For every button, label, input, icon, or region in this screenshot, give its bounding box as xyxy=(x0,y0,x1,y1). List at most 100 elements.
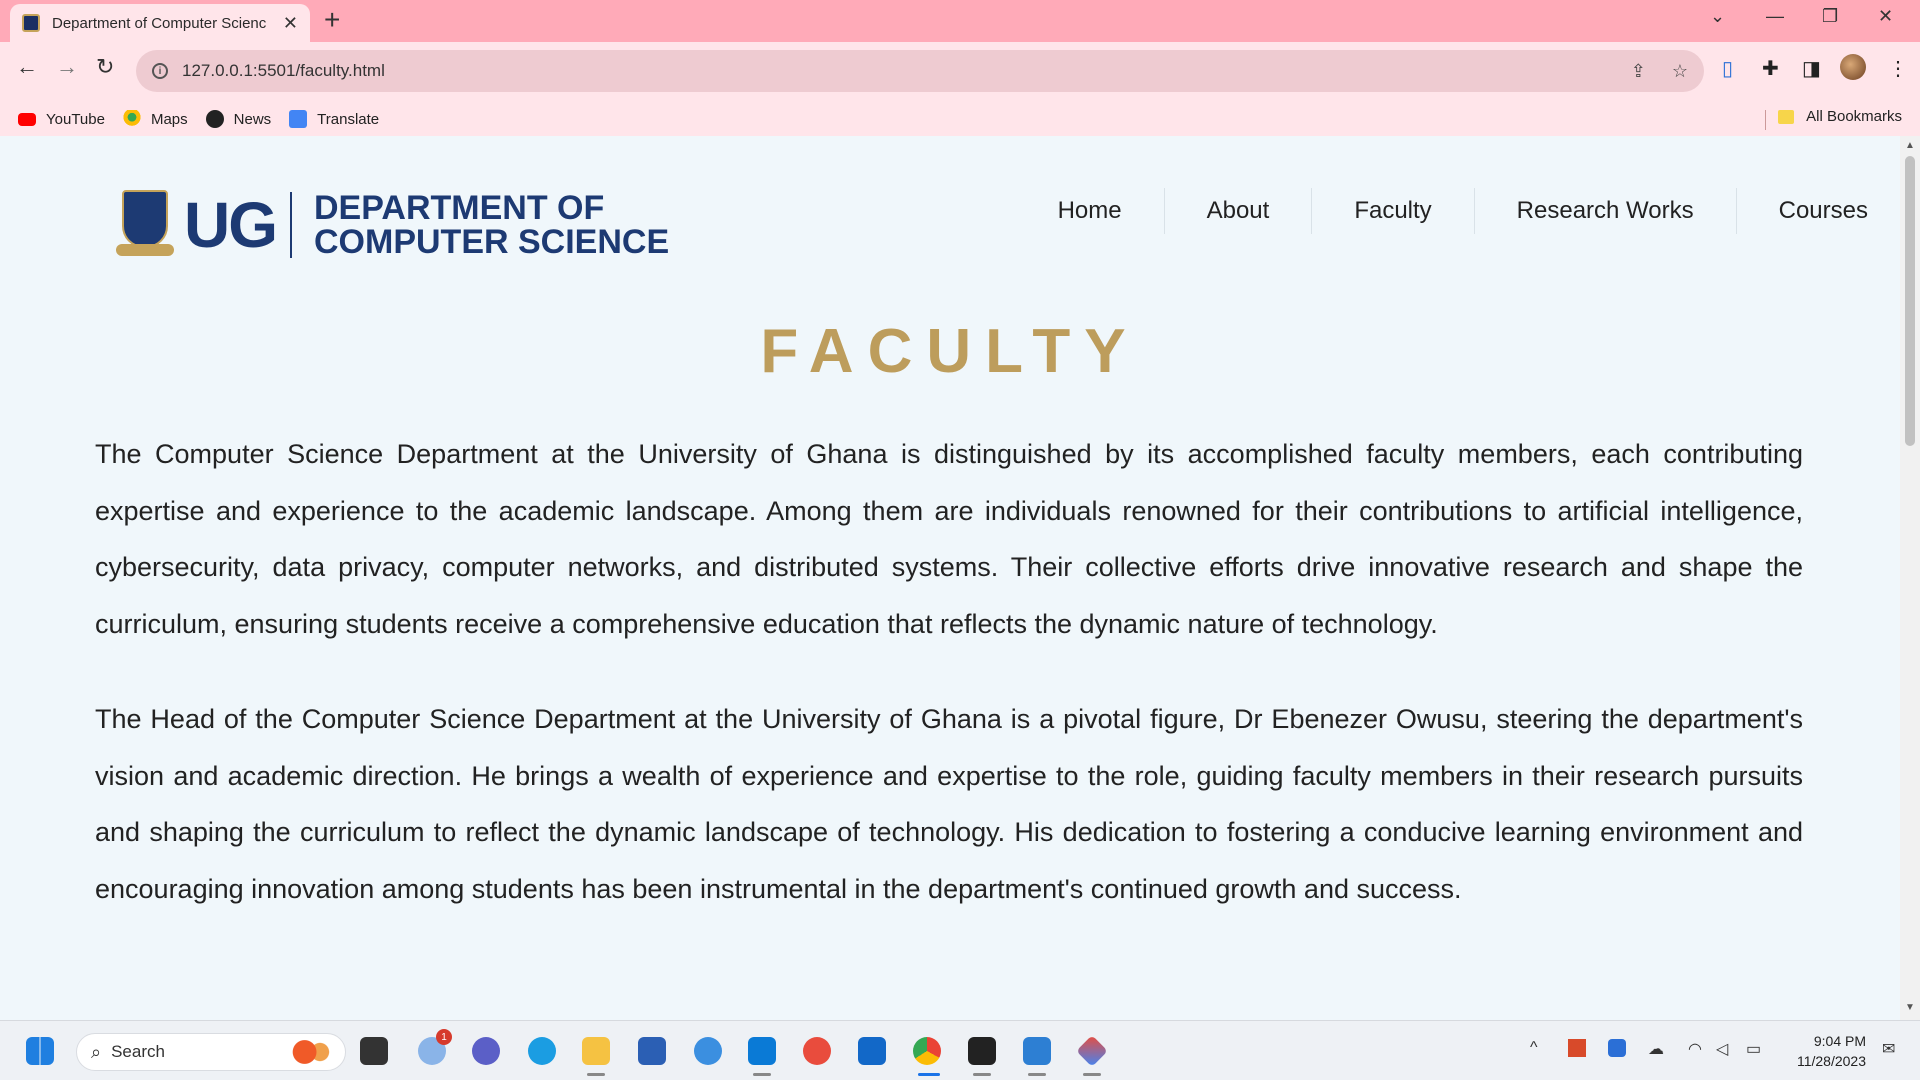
bookmark-maps[interactable]: Maps xyxy=(122,110,188,128)
translate-icon xyxy=(289,110,308,128)
folder-icon xyxy=(1778,109,1795,124)
back-icon[interactable]: ← xyxy=(16,54,38,80)
close-window-icon[interactable]: ✕ xyxy=(1878,6,1893,27)
bookmarks-divider xyxy=(1765,110,1766,130)
head-of-department-paragraph: The Head of the Computer Science Departm… xyxy=(95,704,1803,904)
ug-favicon-icon xyxy=(22,14,40,32)
nav-about[interactable]: About xyxy=(1165,188,1313,234)
menu-kebab-icon[interactable]: ⋮ xyxy=(1888,56,1908,81)
scroll-thumb[interactable] xyxy=(1905,156,1915,446)
security-icon[interactable] xyxy=(1608,1039,1626,1057)
scroll-down-icon[interactable]: ▼ xyxy=(1905,1002,1915,1013)
extensions-puzzle-icon[interactable]: ✚ xyxy=(1762,56,1779,81)
app-icon[interactable] xyxy=(1076,1035,1108,1067)
profile-avatar[interactable] xyxy=(1840,54,1866,80)
system-clock[interactable]: 9:04 PM 11/28/2023 xyxy=(1797,1031,1866,1071)
file-explorer-icon[interactable] xyxy=(582,1037,610,1065)
bookmark-star-icon[interactable]: ☆ xyxy=(1672,61,1688,82)
running-indicator xyxy=(587,1073,605,1076)
news-icon xyxy=(205,110,224,128)
wifi-icon[interactable]: ◠ xyxy=(1688,1039,1702,1059)
maps-icon xyxy=(122,110,141,128)
bookmark-label: YouTube xyxy=(46,110,105,128)
volume-icon[interactable]: ◁ xyxy=(1716,1039,1728,1059)
battery-icon[interactable]: ▭ xyxy=(1746,1039,1761,1059)
extension-icon[interactable]: ▯ xyxy=(1722,56,1733,81)
task-view-icon[interactable] xyxy=(360,1037,388,1065)
address-bar[interactable]: i 127.0.0.1:5501/faculty.html ⇪ ☆ xyxy=(136,50,1704,92)
browser-tab-bar: Department of Computer Scienc ✕ + ⌄ — ❐ … xyxy=(0,0,1920,42)
scroll-up-icon[interactable]: ▲ xyxy=(1905,140,1915,151)
logo-line2: COMPUTER SCIENCE xyxy=(314,223,670,261)
logo-line1: DEPARTMENT OF xyxy=(314,189,605,227)
web-page: UG DEPARTMENT OF COMPUTER SCIENCE Home A… xyxy=(0,136,1900,1020)
logo-divider xyxy=(290,192,292,258)
all-bookmarks-label: All Bookmarks xyxy=(1806,108,1902,125)
logo-text: DEPARTMENT OF COMPUTER SCIENCE xyxy=(314,191,669,259)
taskbar-search[interactable]: ⌕ Search xyxy=(76,1033,346,1071)
bookmark-news[interactable]: News xyxy=(205,110,272,128)
search-highlight-icon xyxy=(287,1040,331,1064)
bookmark-label: Maps xyxy=(150,110,188,128)
running-indicator xyxy=(1028,1073,1046,1076)
app-icon[interactable] xyxy=(694,1037,722,1065)
search-icon: ⌕ xyxy=(91,1041,102,1062)
youtube-icon xyxy=(18,112,36,126)
app-icon[interactable] xyxy=(803,1037,831,1065)
vscode-icon[interactable] xyxy=(748,1037,776,1065)
restore-icon[interactable]: ❐ xyxy=(1822,6,1838,27)
notifications-bell-icon[interactable]: ✉ xyxy=(1882,1039,1895,1059)
tray-app-icon[interactable] xyxy=(1568,1039,1586,1057)
tab-title: Department of Computer Scienc xyxy=(52,14,267,32)
side-panel-icon[interactable]: ◨ xyxy=(1802,56,1821,81)
tab-search-chevron-icon[interactable]: ⌄ xyxy=(1710,6,1725,27)
main-nav: Home About Faculty Research Works Course… xyxy=(1016,188,1868,234)
app-icon[interactable] xyxy=(858,1037,886,1065)
nav-home[interactable]: Home xyxy=(1016,188,1165,234)
faculty-intro-paragraph: The Computer Science Department at the U… xyxy=(95,439,1803,639)
browser-toolbar: ← → ↻ i 127.0.0.1:5501/faculty.html ⇪ ☆ … xyxy=(0,42,1920,138)
taskbar-search-label: Search xyxy=(111,1042,165,1061)
site-info-icon[interactable]: i xyxy=(152,63,168,79)
running-indicator xyxy=(1083,1073,1101,1076)
reload-icon[interactable]: ↻ xyxy=(96,54,114,80)
bookmarks-bar: YouTube Maps News Translate All Bookmark… xyxy=(0,100,1920,138)
share-icon[interactable]: ⇪ xyxy=(1631,61,1646,82)
windows-taskbar: ⌕ Search 1 ^ ☁ ◠ ◁ ▭ 9:04 PM 11/28/2023 … xyxy=(0,1020,1920,1080)
edge-icon[interactable] xyxy=(528,1037,556,1065)
notepad-icon[interactable] xyxy=(1023,1037,1051,1065)
bookmark-label: Translate xyxy=(317,110,380,128)
minimize-icon[interactable]: — xyxy=(1766,6,1784,27)
clock-date: 11/28/2023 xyxy=(1796,1053,1866,1069)
chrome-icon[interactable] xyxy=(913,1037,941,1065)
bookmark-youtube[interactable]: YouTube xyxy=(18,111,105,128)
running-indicator xyxy=(973,1073,991,1076)
new-tab-icon[interactable]: + xyxy=(324,6,340,34)
teams-chat-icon[interactable] xyxy=(472,1037,500,1065)
page-title: FACULTY xyxy=(760,317,1140,386)
page-scrollbar[interactable]: ▲ ▼ xyxy=(1900,136,1920,1020)
nav-faculty[interactable]: Faculty xyxy=(1312,188,1475,234)
running-indicator xyxy=(753,1073,771,1076)
notification-badge: 1 xyxy=(436,1029,452,1045)
browser-tab[interactable]: Department of Computer Scienc ✕ xyxy=(10,4,310,42)
forward-icon[interactable]: → xyxy=(56,54,78,80)
bookmark-translate[interactable]: Translate xyxy=(289,110,379,128)
show-hidden-icons-chevron-icon[interactable]: ^ xyxy=(1530,1039,1538,1057)
nav-courses[interactable]: Courses xyxy=(1737,188,1868,234)
logo-ug: UG xyxy=(184,189,278,261)
site-logo[interactable]: UG DEPARTMENT OF COMPUTER SCIENCE xyxy=(116,188,669,262)
clock-time: 9:04 PM xyxy=(1813,1033,1866,1049)
active-indicator xyxy=(918,1073,940,1076)
nav-research-works[interactable]: Research Works xyxy=(1475,188,1737,234)
sticky-notes-icon[interactable] xyxy=(968,1037,996,1065)
onedrive-cloud-icon[interactable]: ☁ xyxy=(1648,1039,1664,1059)
url-text[interactable]: 127.0.0.1:5501/faculty.html xyxy=(182,61,385,81)
microsoft-store-icon[interactable] xyxy=(638,1037,666,1065)
close-tab-icon[interactable]: ✕ xyxy=(283,13,298,34)
all-bookmarks[interactable]: All Bookmarks xyxy=(1778,108,1902,125)
omnibox-actions: ⇪ ☆ xyxy=(1631,61,1688,82)
ug-crest-icon xyxy=(116,188,174,262)
bookmark-label: News xyxy=(233,110,272,128)
windows-start-icon[interactable] xyxy=(26,1037,54,1065)
